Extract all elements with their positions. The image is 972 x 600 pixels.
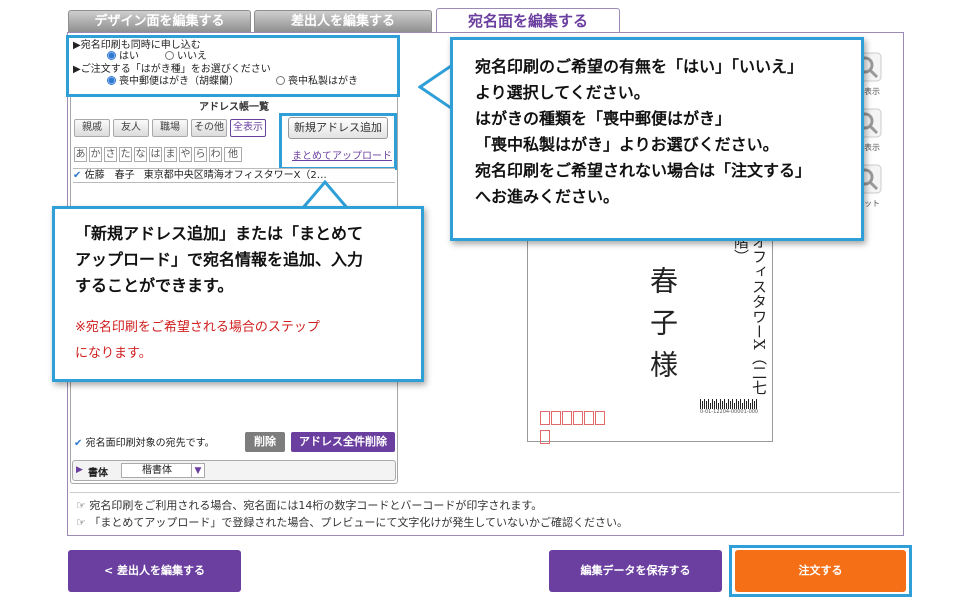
print-no-radio[interactable]: いいえ (165, 51, 207, 62)
tab-address[interactable]: 宛名面を編集する (436, 8, 620, 34)
kana-filter-ta[interactable]: た (119, 147, 132, 162)
print-option-label: ▶宛名印刷も同時に申し込む (73, 40, 201, 51)
zoom-label: 表示 (864, 87, 880, 96)
print-options-box: ▶宛名印刷も同時に申し込む はい いいえ ▶ご注文する「はがき種」をお選びくださ… (66, 35, 400, 97)
group-filter-other[interactable]: その他 (191, 119, 227, 137)
play-icon: ▶ (76, 465, 83, 475)
tab-design[interactable]: デザイン面を編集する (68, 10, 251, 32)
chevron-down-icon[interactable]: ▼ (191, 463, 205, 478)
note-text: 「まとめてアップロード」で登録された場合、プレビューにて文字化けが発生していない… (89, 516, 629, 529)
delete-all-button[interactable]: アドレス全件削除 (291, 432, 395, 452)
delete-button[interactable]: 削除 (245, 432, 285, 452)
legend-text: 宛名面印刷対象の宛先です。 (85, 438, 215, 449)
print-yes-label: はい (119, 51, 139, 62)
pointing-hand-icon: ☞ (76, 516, 86, 529)
zoom-label: 表示 (864, 143, 880, 152)
kana-filter-ha[interactable]: は (149, 147, 162, 162)
radio-selected-icon (107, 76, 116, 85)
kana-filter-wa[interactable]: わ (209, 147, 222, 162)
note-line: ☞ 宛名印刷をご利用される場合、宛名面には14桁の数字コードとバーコードが印字さ… (76, 497, 542, 513)
card-type-b-label: 喪中私製はがき (288, 76, 358, 87)
card-type-label: ▶ご注文する「はがき種」をお選びください (73, 64, 271, 75)
instruction-callout-address: 「新規アドレス追加」または「まとめて アップロード」で宛名情報を追加、入力 する… (52, 206, 424, 382)
barcode-number: 0-01-12204-00001-000 (700, 409, 759, 415)
card-type-a-label: 喪中郵便はがき（胡蝶蘭） (119, 76, 239, 87)
zoom-label: ット (864, 199, 880, 208)
kana-filter-na[interactable]: な (134, 147, 147, 162)
group-filter-friends[interactable]: 友人 (113, 119, 149, 137)
font-select[interactable]: 楷書体 (121, 463, 193, 478)
kana-filter-ma[interactable]: ま (164, 147, 177, 162)
callout-address-text: 「新規アドレス追加」または「まとめて アップロード」で宛名情報を追加、入力 する… (75, 224, 364, 295)
kana-filter-ka[interactable]: か (89, 147, 102, 162)
kana-filter-ya[interactable]: や (179, 147, 192, 162)
back-to-sender-button[interactable]: < 差出人を編集する (68, 550, 241, 592)
kana-filter-a[interactable]: あ (74, 147, 87, 162)
notes-area: ☞ 宛名印刷をご利用される場合、宛名面には14桁の数字コードとバーコードが印字さ… (70, 492, 900, 532)
postal-code-boxes (540, 410, 614, 444)
tab-sender[interactable]: 差出人を編集する (254, 10, 432, 32)
address-book-title: アドレス帳一覧 (199, 102, 269, 113)
group-filter-relatives[interactable]: 親戚 (74, 119, 110, 137)
card-type-b-radio[interactable]: 喪中私製はがき (276, 76, 358, 87)
radio-empty-icon (165, 51, 174, 60)
card-type-a-radio[interactable]: 喪中郵便はがき（胡蝶蘭） (107, 76, 239, 87)
print-yes-radio[interactable]: はい (107, 51, 139, 62)
bulk-upload-link[interactable]: まとめてアップロード (292, 147, 392, 162)
callout-pointer-icon (418, 62, 454, 112)
note-line: ☞ 「まとめてアップロード」で登録された場合、プレビューにて文字化けが発生してい… (76, 514, 628, 530)
instruction-callout-options: 宛名印刷のご希望の有無を「はい」「いいえ」 より選択してください。 はがきの種類… (450, 37, 864, 241)
font-selector-bar: ▶ 書体 楷書体 ▼ (72, 460, 396, 481)
note-text: 宛名印刷をご利用される場合、宛名面には14桁の数字コードとバーコードが印字されま… (89, 499, 543, 512)
pointing-hand-icon: ☞ (76, 499, 86, 512)
order-button[interactable]: 注文する (735, 550, 906, 592)
font-label: 書体 (88, 468, 108, 479)
print-no-label: いいえ (177, 51, 207, 62)
radio-empty-icon (276, 76, 285, 85)
preview-address: オフィスタワーX（二七階） (732, 234, 768, 395)
kana-filter-ra[interactable]: ら (194, 147, 207, 162)
callout-address-note: ※宛名印刷をご希望される場合のステップ になります。 (75, 320, 320, 361)
group-filter-all[interactable]: 全表示 (230, 119, 266, 137)
save-button[interactable]: 編集データを保存する (549, 550, 722, 592)
checkmark-icon: ✔ (74, 438, 83, 449)
preview-recipient-name: 春子様 (646, 266, 679, 392)
callout-options-text: 宛名印刷のご希望の有無を「はい」「いいえ」 より選択してください。 はがきの種類… (475, 57, 812, 206)
group-filter-work[interactable]: 職場 (152, 119, 188, 137)
barcode-icon (700, 399, 757, 409)
address-row-name: 佐藤 春子 (84, 170, 135, 181)
new-address-button[interactable]: 新規アドレス追加 (288, 117, 388, 139)
kana-filter-sa[interactable]: さ (104, 147, 117, 162)
checkmark-icon[interactable]: ✔ (73, 170, 81, 181)
kana-filter-other[interactable]: 他 (224, 147, 242, 162)
legend: ✔ 宛名面印刷対象の宛先です。 (74, 434, 215, 449)
radio-selected-icon (107, 51, 116, 60)
